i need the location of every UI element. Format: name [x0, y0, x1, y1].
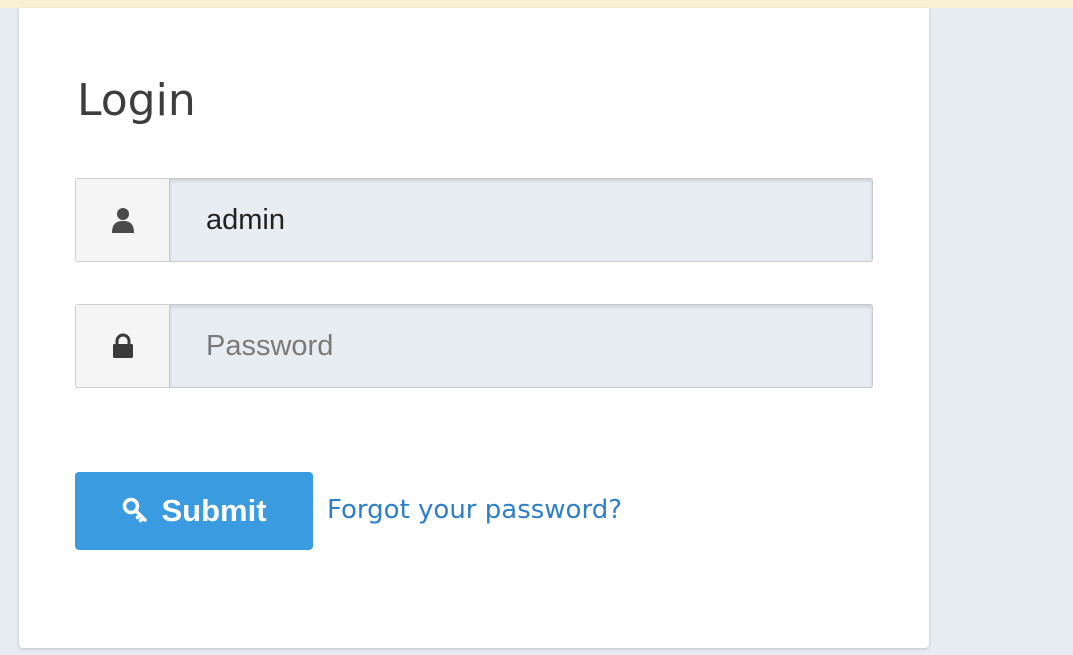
submit-button[interactable]: Submit: [75, 472, 313, 550]
username-group: [75, 178, 873, 262]
username-addon: [75, 178, 169, 262]
user-icon: [111, 208, 134, 233]
lock-icon: [112, 333, 133, 358]
login-card: Login Submit Forgot your password?: [19, 8, 929, 648]
login-title: Login: [77, 75, 196, 126]
username-input[interactable]: [169, 178, 873, 262]
top-banner: [0, 0, 1073, 8]
password-group: [75, 304, 873, 388]
password-input[interactable]: [169, 304, 873, 388]
key-icon: [121, 496, 151, 526]
password-addon: [75, 304, 169, 388]
submit-label: Submit: [161, 493, 267, 528]
forgot-password-link[interactable]: Forgot your password?: [327, 494, 622, 526]
